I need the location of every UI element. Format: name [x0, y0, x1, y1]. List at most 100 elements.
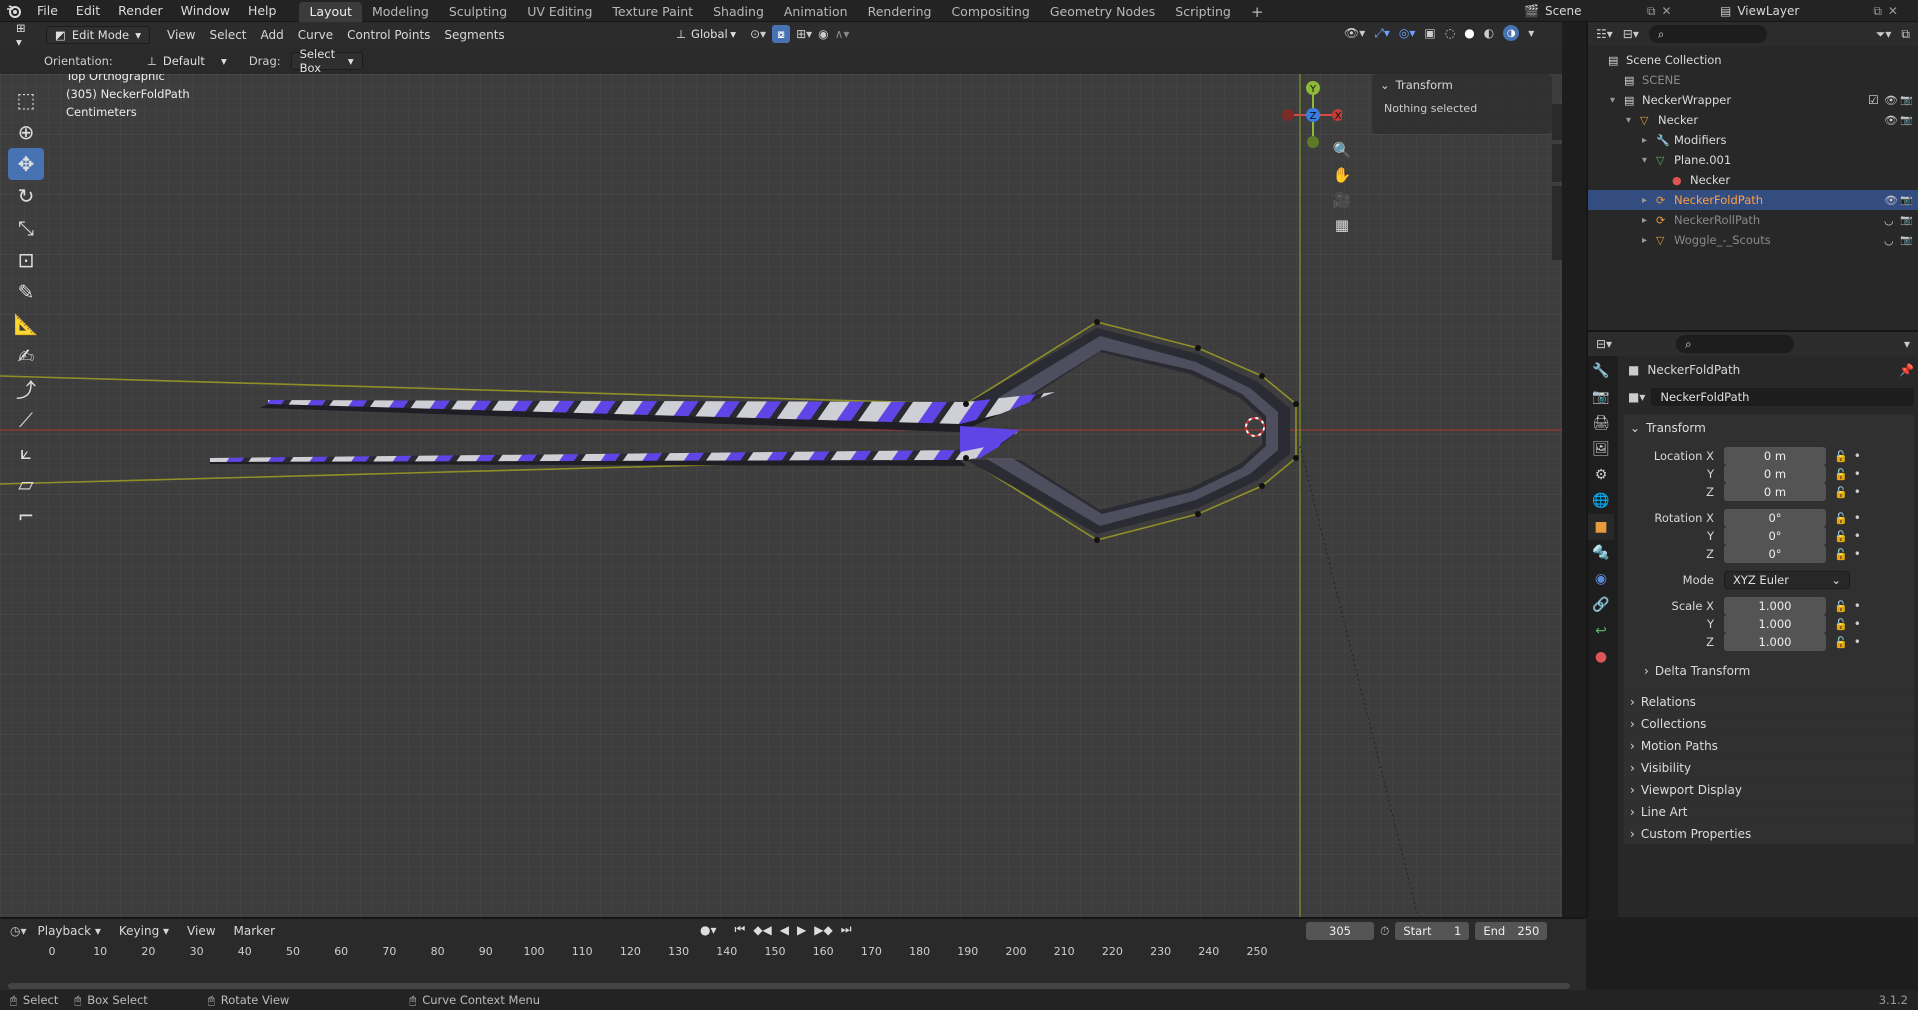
exclude-checkbox-icon[interactable]: ☑	[1868, 93, 1879, 107]
visibility-eye-icon[interactable]: ◡	[1884, 234, 1894, 247]
pan-hand-icon[interactable]: ✋	[1330, 163, 1354, 188]
menu-control-points[interactable]: Control Points	[340, 28, 437, 42]
draw-tool-icon[interactable]: ✍	[8, 340, 44, 372]
move-tool-icon[interactable]: ✥	[8, 148, 44, 180]
location-x-field[interactable]: 0 m	[1724, 447, 1826, 465]
tab-view[interactable]: View	[1552, 144, 1562, 182]
panel-visibility[interactable]: › Visibility	[1624, 756, 1914, 778]
jump-start-icon[interactable]: ⏮	[735, 922, 746, 937]
lock-icon[interactable]: 🔓	[1834, 468, 1848, 481]
keyframe-dot-icon[interactable]: •	[1854, 547, 1861, 561]
tab-scripting[interactable]: Scripting	[1165, 2, 1241, 22]
output-tab-icon[interactable]: 🖨	[1588, 410, 1614, 436]
pin-icon[interactable]: 📌	[1899, 363, 1914, 377]
object-data-icon[interactable]: ■▾	[1628, 390, 1645, 404]
outliner-row[interactable]: ▤ Scene Collection	[1588, 50, 1918, 70]
outliner-editor-icon[interactable]: ☷▾	[1596, 27, 1613, 41]
panel-line-art[interactable]: › Line Art	[1624, 800, 1914, 822]
tilt-tool-icon[interactable]: ⟀	[8, 436, 44, 468]
cursor-tool-icon[interactable]: ⊕	[8, 116, 44, 148]
overlay-toggle-icon[interactable]: ◎▾	[1399, 26, 1416, 40]
play-icon[interactable]: ▶	[797, 923, 806, 937]
display-mode-icon[interactable]: ⊟▾	[1623, 27, 1639, 41]
rotate-tool-icon[interactable]: ↻	[8, 180, 44, 212]
gizmo-toggle-icon[interactable]: ⤢▾	[1374, 26, 1390, 41]
tab-item[interactable]: Item	[1552, 74, 1562, 100]
tool-tab-icon[interactable]: 🔧	[1588, 358, 1614, 384]
keyframe-dot-icon[interactable]: •	[1854, 485, 1861, 499]
menu-curve[interactable]: Curve	[291, 28, 340, 42]
extrude-tool-icon[interactable]: ⤴	[8, 372, 44, 404]
keyframe-dot-icon[interactable]: •	[1854, 467, 1861, 481]
play-reverse-icon[interactable]: ◀	[780, 923, 789, 937]
filter-icon[interactable]: ⏷▾	[1876, 27, 1892, 42]
lock-icon[interactable]: 🔓	[1834, 548, 1848, 561]
tab-tool[interactable]: Tool	[1552, 104, 1562, 140]
transform-panel-header[interactable]: ⌄ Transform	[1624, 414, 1914, 440]
panel-motion-paths[interactable]: › Motion Paths	[1624, 734, 1914, 756]
transform-tool-icon[interactable]: ⊡	[8, 244, 44, 276]
keyframe-dot-icon[interactable]: •	[1854, 635, 1861, 649]
timeline-editor-icon[interactable]: ◷▾	[10, 924, 27, 938]
outliner-row[interactable]: ▾ ▽ Necker 👁 📷	[1588, 110, 1918, 130]
lock-icon[interactable]: 🔓	[1834, 530, 1848, 543]
properties-editor-icon[interactable]: ⊟▾	[1596, 337, 1612, 351]
3d-viewport[interactable]: Top Orthographic (305) NeckerFoldPath Ce…	[0, 74, 1562, 917]
outliner-row[interactable]: ▸ ▽ Woggle_-_Scouts ◡ 📷	[1588, 230, 1918, 250]
menu-playback[interactable]: Playback ▾	[31, 924, 108, 938]
menu-marker[interactable]: Marker	[227, 924, 282, 938]
menu-select[interactable]: Select	[202, 28, 253, 42]
disclosure-arrow-icon[interactable]: ▾	[1610, 95, 1615, 106]
lock-icon[interactable]: 🔓	[1834, 636, 1848, 649]
tab-shading[interactable]: Shading	[703, 2, 774, 22]
visibility-eye-icon[interactable]: 👁	[1884, 114, 1898, 127]
select-box-tool-icon[interactable]: ⬚	[8, 84, 44, 116]
visibility-eye-icon[interactable]: 👁	[1884, 94, 1898, 107]
render-camera-icon[interactable]: 📷	[1900, 95, 1912, 106]
editor-type-icon[interactable]: ⊞ ▾	[8, 21, 40, 49]
current-frame-field[interactable]: 305	[1306, 922, 1374, 940]
disclosure-arrow-icon[interactable]: ▸	[1642, 195, 1647, 206]
panel-custom-properties[interactable]: › Custom Properties	[1624, 822, 1914, 844]
outliner-row[interactable]: ▸ 🔧 Modifiers	[1588, 130, 1918, 150]
rotation-mode-dropdown[interactable]: XYZ Euler ⌄	[1724, 571, 1850, 589]
location-z-field[interactable]: 0 m	[1724, 483, 1826, 501]
lock-icon[interactable]: 🔓	[1834, 450, 1848, 463]
snap-toggle-icon[interactable]: ⧇	[772, 25, 791, 43]
timeline-scrollbar[interactable]	[8, 983, 1570, 989]
rotation-z-field[interactable]: 0°	[1724, 545, 1826, 563]
frame-ruler[interactable]: 0 10 20 30 40 50 60 70 80 90 100 110 120 130 140 150 160…	[0, 945, 1586, 963]
tab-compositing[interactable]: Compositing	[941, 2, 1039, 22]
timeline-area[interactable]: 0 10 20 30 40 50 60 70 80 90 100 110 120 130 140 150 160…	[0, 943, 1586, 992]
tab-animation[interactable]: Animation	[774, 2, 858, 22]
view-layer-icon[interactable]: ▤	[1720, 4, 1731, 18]
disclosure-arrow-icon[interactable]: ▸	[1642, 135, 1647, 146]
new-scene-icon[interactable]: ⧉	[1647, 4, 1656, 19]
physics-tab-icon[interactable]: ◉	[1588, 566, 1614, 592]
lock-icon[interactable]: 🔓	[1834, 486, 1848, 499]
panel-collections[interactable]: › Collections	[1624, 712, 1914, 734]
measure-tool-icon[interactable]: 📐	[8, 308, 44, 340]
outliner-search-input[interactable]: ⌕	[1648, 25, 1767, 43]
viewport-canvas[interactable]	[0, 74, 1562, 917]
object-tab-icon[interactable]: ■	[1588, 514, 1614, 540]
menu-window[interactable]: Window	[172, 0, 239, 22]
drag-dropdown[interactable]: Select Box ▾	[290, 47, 363, 75]
new-view-layer-icon[interactable]: ⧉	[1873, 4, 1882, 19]
properties-search-input[interactable]: ⌕	[1676, 335, 1795, 353]
curve-data-tab-icon[interactable]: ↩	[1588, 618, 1614, 644]
menu-timeline-view[interactable]: View	[180, 924, 222, 938]
add-workspace-button[interactable]: +	[1241, 2, 1274, 22]
material-tab-icon[interactable]: ●	[1588, 644, 1614, 670]
next-keyframe-icon[interactable]: ▶◆	[814, 923, 832, 937]
disclosure-arrow-icon[interactable]: ▸	[1642, 235, 1647, 246]
radius-tool-icon[interactable]: ⟋	[8, 404, 44, 436]
outliner-row[interactable]: ▾ ▽ Plane.001	[1588, 150, 1918, 170]
scale-tool-icon[interactable]: ⤡	[8, 212, 44, 244]
zoom-icon[interactable]: 🔍	[1330, 138, 1354, 163]
tab-uv-editing[interactable]: UV Editing	[517, 2, 602, 22]
visibility-icon[interactable]: 👁▾	[1344, 26, 1365, 40]
record-icon[interactable]: ●▾	[700, 923, 717, 937]
transform-orientation-dropdown[interactable]: ⊥ Global ▾	[668, 25, 744, 43]
prev-keyframe-icon[interactable]: ◆◀	[753, 923, 771, 937]
